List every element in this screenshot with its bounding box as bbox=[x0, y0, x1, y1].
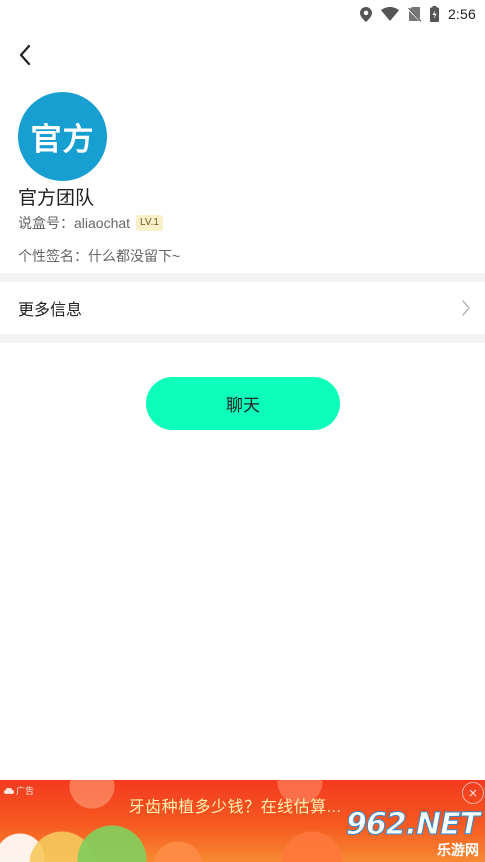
wifi-icon bbox=[380, 7, 399, 21]
signature-row: 个性签名：什么都没留下~ bbox=[18, 246, 180, 266]
ad-banner[interactable]: 广告 牙齿种植多少钱？在线估算... 962.NET 乐游网 bbox=[0, 780, 485, 862]
id-text: 说盒号：aliaochat bbox=[18, 213, 130, 233]
close-icon bbox=[469, 789, 477, 797]
id-row: 说盒号：aliaochat LV.1 bbox=[18, 213, 163, 233]
more-info-row[interactable]: 更多信息 bbox=[0, 282, 485, 334]
battery-icon bbox=[429, 6, 439, 22]
id-label: 说盒号： bbox=[18, 215, 74, 231]
section-divider bbox=[0, 334, 485, 343]
signature-label: 个性签名： bbox=[18, 248, 88, 264]
chevron-right-icon bbox=[462, 300, 470, 316]
avatar-text: 官方 bbox=[30, 122, 95, 157]
avatar: 官方 bbox=[18, 92, 107, 181]
signature-value: 什么都没留下~ bbox=[88, 248, 181, 264]
chat-button[interactable]: 聊天 bbox=[146, 377, 340, 430]
watermark-logo: 962.NET 乐游网 bbox=[345, 807, 480, 859]
profile-name: 官方团队 bbox=[18, 188, 95, 209]
ad-close-button[interactable] bbox=[462, 782, 484, 804]
section-divider bbox=[0, 273, 485, 282]
id-value: aliaochat bbox=[74, 215, 131, 231]
chevron-left-icon bbox=[19, 44, 31, 66]
location-icon bbox=[359, 6, 372, 22]
back-button[interactable] bbox=[12, 40, 38, 70]
watermark-sub-text: 乐游网 bbox=[437, 842, 479, 858]
level-badge: LV.1 bbox=[136, 215, 163, 231]
status-time: 2:56 bbox=[447, 6, 476, 22]
no-sim-icon bbox=[407, 6, 421, 22]
more-info-label: 更多信息 bbox=[18, 302, 83, 319]
status-bar: 2:56 bbox=[0, 0, 485, 28]
watermark-main-text: 962.NET bbox=[345, 807, 480, 842]
